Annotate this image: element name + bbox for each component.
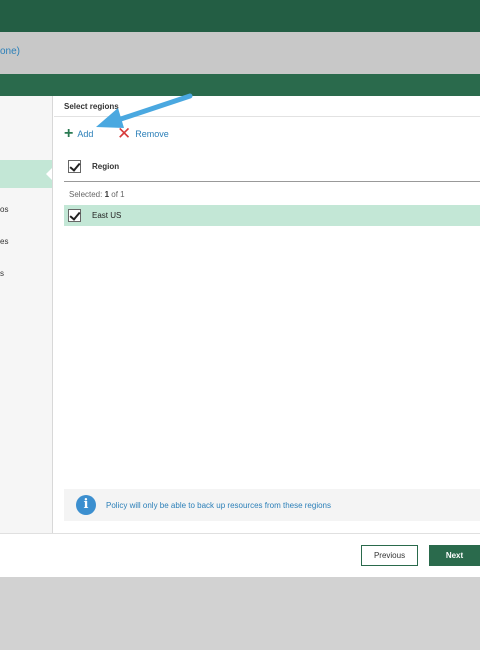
- select-all-checkbox[interactable]: [68, 160, 81, 173]
- wizard-steps: os es s: [0, 96, 53, 533]
- selected-number: 1: [104, 190, 110, 199]
- table-row[interactable]: East US: [64, 205, 480, 226]
- add-button[interactable]: + Add: [64, 126, 93, 142]
- breadcrumb[interactable]: one): [0, 46, 20, 57]
- wizard-step-3[interactable]: es: [0, 228, 52, 256]
- breadcrumb-bar: one): [0, 32, 480, 74]
- wizard-step-regions[interactable]: [0, 160, 52, 188]
- app-top-bar: [0, 0, 480, 32]
- wizard-step-4[interactable]: s: [0, 260, 52, 288]
- remove-button[interactable]: ✕ Remove: [117, 124, 169, 143]
- selected-count: Selected: 1 of 1: [69, 190, 125, 199]
- row-checkbox[interactable]: [68, 209, 81, 222]
- wizard-main-panel: Select regions + Add ✕ Remove Region Sel…: [54, 96, 480, 533]
- info-message: i Policy will only be able to back up re…: [64, 489, 480, 521]
- table-header: Region: [64, 152, 480, 182]
- x-icon: ✕: [117, 124, 132, 143]
- wizard-step-2[interactable]: os: [0, 196, 52, 224]
- add-button-label: Add: [77, 129, 94, 139]
- plus-icon: +: [64, 125, 74, 142]
- column-header-region[interactable]: Region: [92, 162, 119, 171]
- section-title: Select regions: [64, 102, 119, 111]
- region-name: East US: [92, 211, 122, 220]
- remove-button-label: Remove: [135, 129, 169, 139]
- selected-prefix: Selected:: [69, 190, 103, 199]
- next-button[interactable]: Next: [429, 545, 480, 566]
- wizard-dialog: os es s Select regions + Add ✕ Remove Re…: [0, 74, 480, 577]
- previous-button[interactable]: Previous: [361, 545, 418, 566]
- info-text: Policy will only be able to back up reso…: [106, 500, 331, 510]
- wizard-footer: Previous Next: [0, 533, 480, 577]
- selected-total: of 1: [111, 190, 125, 199]
- wizard-header: [0, 74, 480, 96]
- divider: [54, 116, 480, 117]
- info-icon: i: [76, 495, 96, 515]
